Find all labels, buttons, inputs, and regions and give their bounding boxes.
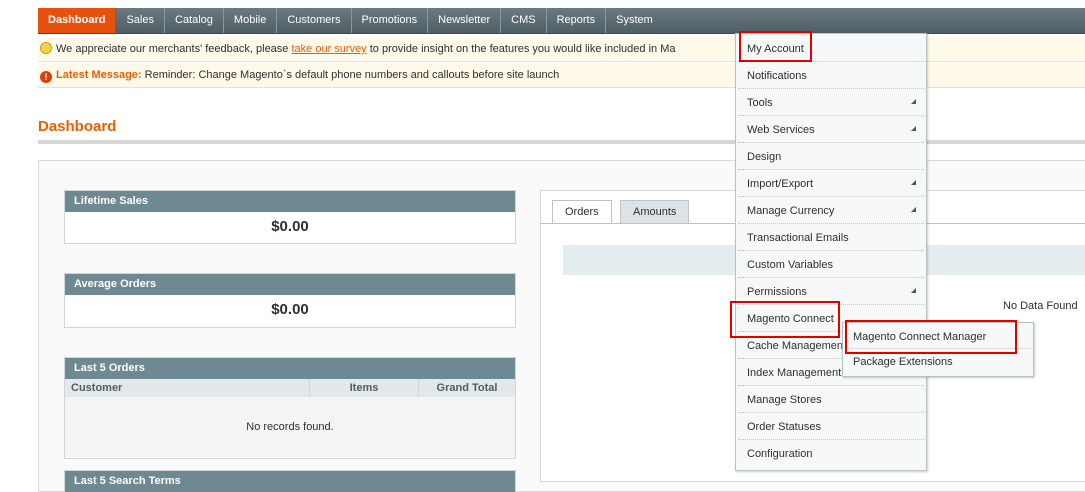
submenu-arrow-icon xyxy=(911,288,916,293)
survey-notice: We appreciate our merchants' feedback, p… xyxy=(38,37,1085,62)
lifetime-sales-value: $0.00 xyxy=(271,218,309,235)
average-orders-value: $0.00 xyxy=(271,301,309,318)
menu-item-label: Manage Stores xyxy=(747,394,822,406)
menu-item-label: Custom Variables xyxy=(747,259,833,271)
tab-orders[interactable]: Orders xyxy=(552,200,612,224)
last-orders-header: Last 5 Orders xyxy=(65,358,515,379)
last-search-terms-header: Last 5 Search Terms xyxy=(65,471,515,492)
nav-item-newsletter[interactable]: Newsletter xyxy=(428,8,502,33)
menu-item-label: Magento Connect xyxy=(747,313,834,325)
nav-item-dashboard[interactable]: Dashboard xyxy=(38,8,117,33)
menu-item-order-statuses[interactable]: Order Statuses xyxy=(738,414,924,440)
last-search-terms-widget: Last 5 Search Terms xyxy=(64,470,516,492)
nav-item-reports[interactable]: Reports xyxy=(547,8,607,33)
menu-item-import-export[interactable]: Import/Export xyxy=(738,171,924,197)
menu-item-label: Tools xyxy=(747,97,773,109)
menu-item-label: Web Services xyxy=(747,124,815,136)
nav-items: Dashboard Sales Catalog Mobile Customers… xyxy=(38,8,663,33)
no-records-message: No records found. xyxy=(65,397,515,457)
menu-item-label: Index Management xyxy=(747,367,842,379)
survey-text-post: to provide insight on the features you w… xyxy=(366,43,676,55)
latest-message-text: Reminder: Change Magento`s default phone… xyxy=(141,69,560,81)
nav-item-sales[interactable]: Sales xyxy=(116,8,165,33)
menu-item-label: Notifications xyxy=(747,70,807,82)
submenu-arrow-icon xyxy=(911,180,916,185)
system-dropdown-menu: My Account Notifications Tools Web Servi… xyxy=(735,33,927,471)
column-customer[interactable]: Customer xyxy=(65,379,310,397)
menu-item-label: Cache Management xyxy=(747,340,847,352)
menu-item-label: Manage Currency xyxy=(747,205,835,217)
menu-item-transactional-emails[interactable]: Transactional Emails xyxy=(738,225,924,251)
menu-item-label: Order Statuses xyxy=(747,421,821,433)
last-orders-table: Customer Items Grand Total No records fo… xyxy=(65,379,515,457)
column-items[interactable]: Items xyxy=(309,379,419,397)
menu-item-manage-currency[interactable]: Manage Currency xyxy=(738,198,924,224)
menu-item-label: Configuration xyxy=(747,448,813,460)
menu-item-tools[interactable]: Tools xyxy=(738,90,924,116)
menu-item-web-services[interactable]: Web Services xyxy=(738,117,924,143)
submenu-arrow-icon xyxy=(911,126,916,131)
menu-item-manage-stores[interactable]: Manage Stores xyxy=(738,387,924,413)
nav-item-customers[interactable]: Customers xyxy=(277,8,352,33)
menu-item-my-account[interactable]: My Account xyxy=(738,36,924,62)
menu-item-permissions[interactable]: Permissions xyxy=(738,279,924,305)
menu-item-notifications[interactable]: Notifications xyxy=(738,63,924,89)
nav-item-catalog[interactable]: Catalog xyxy=(165,8,224,33)
submenu-item-package-extensions[interactable]: Package Extensions xyxy=(845,350,1031,374)
alert-icon: ! xyxy=(40,71,52,83)
menu-item-custom-variables[interactable]: Custom Variables xyxy=(738,252,924,278)
lifetime-sales-widget: Lifetime Sales $0.00 xyxy=(64,190,516,244)
menu-item-configuration[interactable]: Configuration xyxy=(738,441,924,467)
latest-message-label: Latest Message: xyxy=(56,69,142,81)
last-orders-widget: Last 5 Orders Customer Items Grand Total… xyxy=(64,357,516,459)
tab-amounts[interactable]: Amounts xyxy=(620,200,690,224)
menu-item-label: Design xyxy=(747,151,782,163)
lifetime-sales-header: Lifetime Sales xyxy=(65,191,515,212)
nav-item-system[interactable]: System xyxy=(606,8,663,33)
menu-item-label: Import/Export xyxy=(747,178,814,190)
column-grand-total[interactable]: Grand Total xyxy=(418,379,515,397)
lightbulb-icon xyxy=(40,42,52,54)
page-title: Dashboard xyxy=(38,118,117,135)
submenu-arrow-icon xyxy=(911,99,916,104)
average-orders-header: Average Orders xyxy=(65,274,515,295)
submenu-item-connect-manager[interactable]: Magento Connect Manager xyxy=(845,325,1031,349)
title-divider xyxy=(38,140,1085,144)
menu-item-label: My Account xyxy=(747,43,804,55)
survey-link[interactable]: take our survey xyxy=(291,43,366,55)
latest-message-notice: ! Latest Message: Reminder: Change Magent… xyxy=(38,63,1085,88)
nav-item-cms[interactable]: CMS xyxy=(501,8,547,33)
top-navigation: Dashboard Sales Catalog Mobile Customers… xyxy=(0,0,1085,35)
average-orders-widget: Average Orders $0.00 xyxy=(64,273,516,328)
magento-connect-submenu: Magento Connect Manager Package Extensio… xyxy=(842,322,1034,377)
survey-text-pre: We appreciate our merchants' feedback, p… xyxy=(56,43,292,55)
menu-item-label: Transactional Emails xyxy=(747,232,849,244)
menu-item-label: Permissions xyxy=(747,286,807,298)
nav-item-promotions[interactable]: Promotions xyxy=(352,8,429,33)
no-data-message: No Data Found xyxy=(1003,300,1078,312)
menu-item-design[interactable]: Design xyxy=(738,144,924,170)
nav-item-mobile[interactable]: Mobile xyxy=(224,8,278,33)
submenu-arrow-icon xyxy=(911,207,916,212)
